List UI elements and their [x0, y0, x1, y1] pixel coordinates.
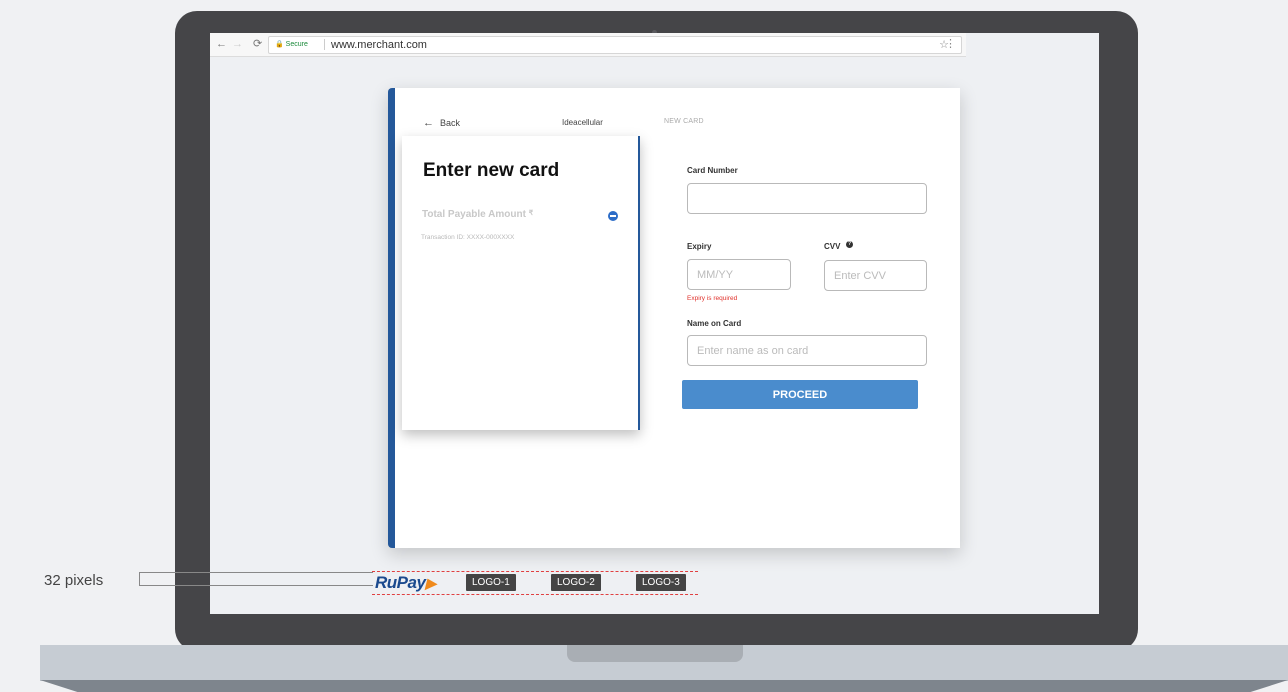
payment-card: ← Back Ideacellular NEW CARD Enter new ca…: [388, 88, 960, 548]
address-bar[interactable]: 🔒 Secure www.merchant.com ☆: [268, 36, 962, 54]
browser-toolbar: ← → ⟳ 🔒 Secure www.merchant.com ☆ ⋮: [210, 33, 966, 57]
payment-logos-row: RuPay▶ LOGO-1 LOGO-2 LOGO-3: [372, 571, 698, 595]
expiry-label: Expiry: [687, 242, 712, 251]
name-on-card-input[interactable]: [687, 335, 927, 366]
expiry-input[interactable]: [687, 259, 791, 290]
back-nav-icon[interactable]: ←: [216, 37, 227, 51]
name-on-card-label: Name on Card: [687, 319, 742, 328]
currency-symbol: ₹: [528, 210, 534, 217]
proceed-button[interactable]: PROCEED: [682, 380, 918, 409]
reload-icon[interactable]: ⟳: [253, 37, 262, 51]
total-amount-label: Total Payable Amount ₹: [422, 209, 533, 220]
transaction-id: Transaction ID: XXXX-000XXXX: [421, 234, 514, 241]
screen: ← → ⟳ 🔒 Secure www.merchant.com ☆ ⋮ ← Bac…: [210, 33, 1099, 614]
browser-menu-icon[interactable]: ⋮: [945, 37, 956, 50]
url-text[interactable]: www.merchant.com: [331, 38, 427, 52]
back-button[interactable]: ← Back: [423, 117, 460, 129]
rupay-logo: RuPay▶: [375, 573, 436, 593]
logo-3-badge: LOGO-3: [636, 574, 686, 591]
rupay-text: RuPay: [375, 573, 426, 592]
tab-new-card[interactable]: NEW CARD: [664, 118, 704, 125]
transaction-label: Transaction ID:: [421, 234, 465, 241]
back-label: Back: [440, 118, 461, 128]
measurement-bracket: [139, 572, 373, 586]
cvv-label: CVV: [824, 242, 841, 251]
cvv-input[interactable]: [824, 260, 927, 291]
rupay-arrow-icon: ▶: [425, 575, 436, 591]
merchant-name: Ideacellular: [562, 118, 603, 127]
measurement-label: 32 pixels: [44, 572, 104, 589]
amount-label-text: Total Payable Amount: [422, 209, 526, 220]
url-divider: [324, 39, 325, 50]
transaction-value: XXXX-000XXXX: [466, 234, 515, 241]
logo-1-badge: LOGO-1: [466, 574, 516, 591]
back-arrow-icon: ←: [423, 117, 434, 129]
secure-label: 🔒 Secure: [275, 41, 308, 48]
logo-2-badge: LOGO-2: [551, 574, 601, 591]
expiry-error: Expiry is required: [687, 295, 738, 302]
collapse-minus-icon[interactable]: [608, 211, 618, 221]
cvv-info-icon[interactable]: ?: [846, 241, 853, 248]
forward-nav-icon[interactable]: →: [232, 37, 243, 51]
order-summary-panel: Enter new card Total Payable Amount ₹ Tr…: [402, 136, 640, 430]
secure-text: Secure: [285, 41, 308, 48]
laptop-notch: [567, 645, 743, 662]
card-number-input[interactable]: [687, 183, 927, 214]
laptop-base-lip: [40, 680, 1288, 692]
card-number-label: Card Number: [687, 166, 738, 175]
page-title: Enter new card: [423, 160, 560, 181]
